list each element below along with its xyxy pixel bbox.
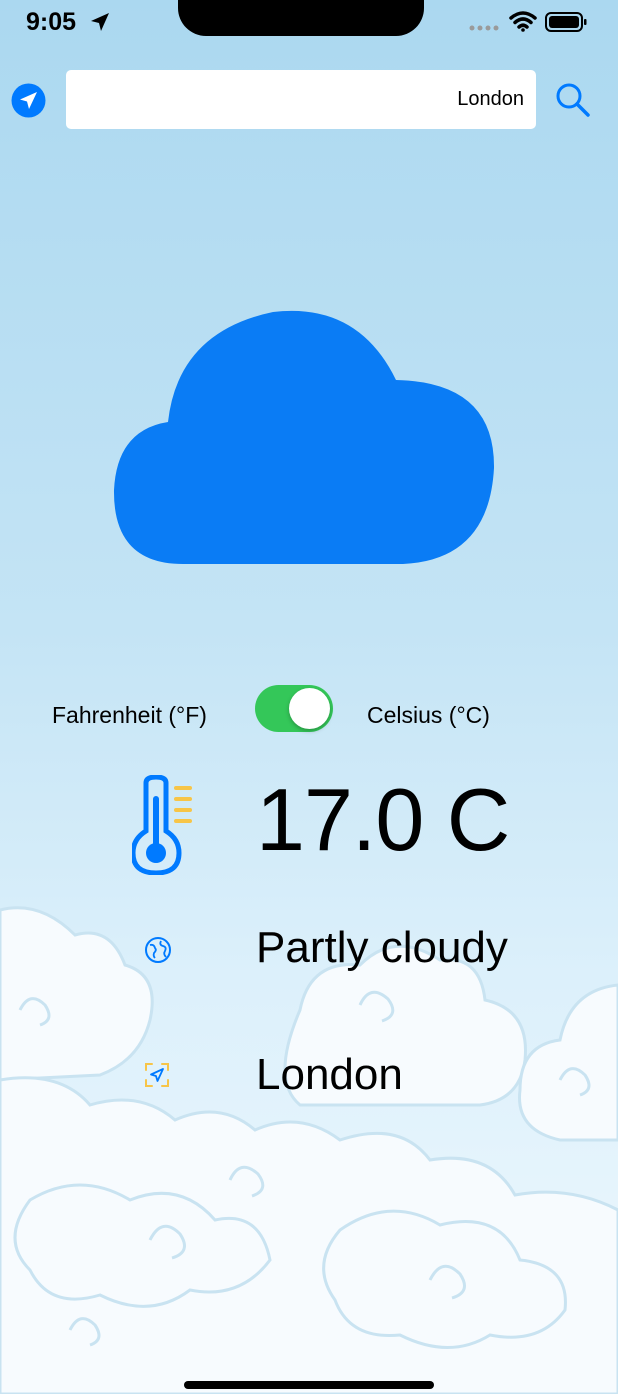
cloud-icon xyxy=(113,310,495,564)
wifi-icon xyxy=(509,11,537,32)
location-frame-icon xyxy=(145,1063,169,1087)
signal-icon xyxy=(469,25,499,31)
city-search-input[interactable] xyxy=(66,70,536,129)
fahrenheit-label: Fahrenheit (°F) xyxy=(52,702,207,728)
globe-icon xyxy=(145,937,171,963)
current-location-button[interactable] xyxy=(11,83,46,118)
status-time: 9:05 xyxy=(26,8,77,36)
battery-icon xyxy=(545,12,587,32)
thermometer-icon xyxy=(132,775,192,875)
weather-condition: Partly cloudy xyxy=(256,923,508,972)
device-notch xyxy=(178,0,424,36)
location-arrow-icon xyxy=(91,13,109,31)
status-bar: 9:05 xyxy=(0,0,618,50)
unit-toggle[interactable] xyxy=(255,685,333,732)
search-icon[interactable] xyxy=(554,81,592,119)
temperature-value: 17.0 C xyxy=(256,770,510,869)
celsius-label: Celsius (°C) xyxy=(367,702,490,728)
home-indicator xyxy=(184,1381,434,1389)
toggle-knob xyxy=(289,688,330,729)
city-name: London xyxy=(256,1050,403,1099)
